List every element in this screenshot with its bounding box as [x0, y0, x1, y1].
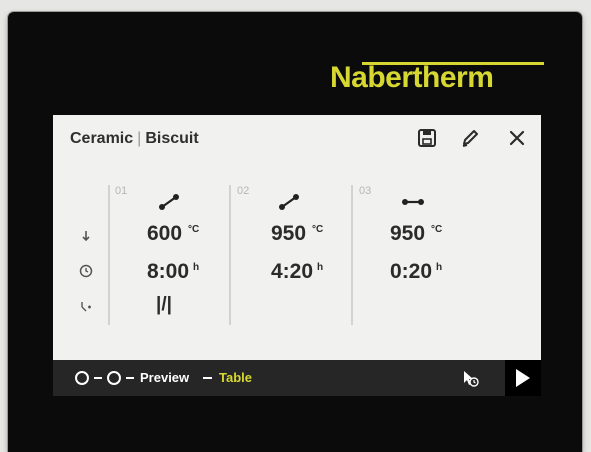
nabertherm-logo: Nabertherm: [330, 61, 494, 94]
segment-temperature[interactable]: 950 °C: [390, 222, 442, 246]
hold-icon: [402, 199, 424, 205]
play-icon: [516, 369, 530, 387]
valve-toggle-value[interactable]: |/|: [156, 294, 172, 316]
schedule-start-icon[interactable]: [461, 369, 479, 387]
program-category: Ceramic: [70, 130, 134, 147]
preview-tab[interactable]: Preview: [140, 370, 189, 385]
program-title: Ceramic | Biscuit: [70, 130, 199, 148]
time-unit: h: [317, 262, 324, 273]
step-connector: [126, 377, 134, 379]
close-icon[interactable]: [506, 127, 528, 149]
temperature-unit: °C: [431, 224, 443, 235]
step-connector: [94, 377, 102, 379]
program-card: Ceramic | Biscuit 01 600 °C 8:00 h |/| 02: [53, 115, 541, 360]
save-icon[interactable]: [416, 127, 438, 149]
time-unit: h: [193, 262, 200, 273]
view-switch-bar: Preview Table: [53, 360, 541, 396]
temperature-value: 950: [271, 222, 307, 245]
temperature-value: 600: [147, 222, 183, 245]
segment-time[interactable]: 4:20 h: [271, 260, 323, 284]
program-name: Biscuit: [145, 130, 199, 147]
segment-number: 03: [359, 185, 372, 197]
ramp-up-icon: [279, 194, 299, 210]
segment-temperature[interactable]: 950 °C: [271, 222, 323, 246]
arrow-down-icon: [82, 231, 90, 242]
time-value: 0:20: [390, 260, 433, 283]
start-program-button[interactable]: [505, 360, 541, 396]
title-separator: |: [137, 130, 142, 147]
segment-number: 01: [115, 185, 128, 197]
step-connector: [203, 377, 212, 379]
time-unit: h: [436, 262, 443, 273]
segment-time[interactable]: 0:20 h: [390, 260, 442, 284]
time-value: 4:20: [271, 260, 314, 283]
temperature-unit: °C: [312, 224, 324, 235]
clock-icon: [79, 264, 93, 278]
temperature-unit: °C: [188, 224, 200, 235]
step-indicator: [75, 371, 89, 385]
segment-divider: [351, 185, 353, 325]
edit-icon[interactable]: [459, 127, 481, 149]
segment-divider: [108, 185, 110, 325]
step-indicator: [107, 371, 121, 385]
time-value: 8:00: [147, 260, 190, 283]
ramp-up-icon: [159, 194, 179, 210]
temperature-value: 950: [390, 222, 426, 245]
segment-time[interactable]: 8:00 h: [147, 260, 199, 284]
segment-temperature[interactable]: 600 °C: [147, 222, 199, 246]
table-tab[interactable]: Table: [219, 370, 252, 385]
segment-divider: [229, 185, 231, 325]
valve-icon: [81, 302, 91, 312]
segment-number: 02: [237, 185, 250, 197]
